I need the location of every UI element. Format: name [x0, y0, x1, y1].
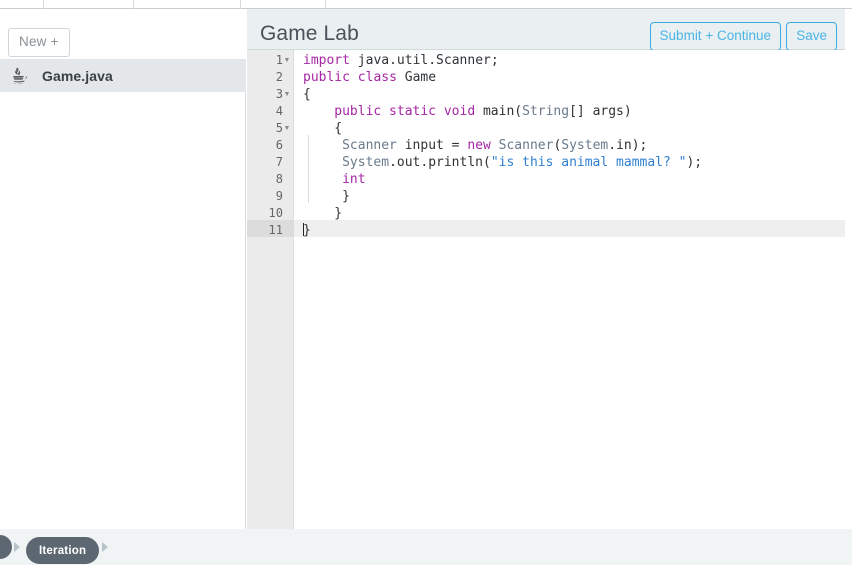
code-token: new — [467, 138, 491, 153]
sidebar-toolbar: New + — [0, 9, 246, 60]
iteration-label: Iteration — [39, 544, 87, 557]
code-line[interactable]: } — [303, 222, 311, 239]
tab-separator — [133, 0, 134, 9]
new-file-button[interactable]: New + — [8, 28, 70, 57]
code-token: Scanner — [498, 138, 554, 153]
java-file-icon — [13, 67, 27, 84]
line-number: 6 — [275, 138, 283, 152]
code-token: [] args) — [569, 104, 632, 119]
tab-separator — [325, 0, 326, 9]
line-number: 2 — [275, 70, 283, 84]
code-token: input = — [396, 138, 468, 153]
code-editor[interactable]: 1 ▼ 2 3 ▼ 4 5 ▼ 6 7 8 9 10 11 import java.util.Scanne… — [247, 50, 845, 529]
code-line[interactable]: System.out.println("is this animal mamma… — [342, 154, 702, 171]
submit-continue-button[interactable]: Submit + Continue — [649, 22, 781, 51]
browser-tab-strip — [0, 0, 852, 9]
line-number: 3 — [275, 87, 283, 101]
line-number: 1 — [275, 53, 283, 67]
code-token: Game — [404, 70, 437, 85]
code-line[interactable]: { — [334, 120, 342, 137]
code-token: System — [342, 155, 390, 170]
code-content[interactable]: import java.util.Scanner; public class Ga… — [295, 50, 845, 529]
code-token: .out.println( — [389, 155, 491, 170]
code-token: } — [342, 189, 350, 204]
fold-arrow-icon[interactable]: ▼ — [283, 52, 291, 69]
tab-separator — [240, 0, 241, 9]
line-number: 5 — [275, 121, 283, 135]
right-gutter-column — [846, 9, 852, 529]
code-token: { — [303, 87, 311, 102]
iteration-pill[interactable]: Iteration — [26, 537, 100, 564]
code-token: } — [303, 223, 311, 238]
line-number: 4 — [275, 104, 283, 118]
code-token: public static void — [334, 104, 483, 119]
code-token: ); — [686, 155, 703, 170]
main-header: Game Lab Submit + Continue Save — [247, 9, 845, 51]
sidebar-item-game-java[interactable]: Game.java — [0, 60, 246, 92]
code-token: public class — [303, 70, 405, 85]
file-sidebar: New + Game.java — [0, 9, 246, 529]
code-line[interactable]: int — [342, 171, 365, 188]
save-button[interactable]: Save — [786, 22, 837, 51]
code-token: { — [334, 121, 343, 136]
sidebar-item-label: Game.java — [42, 68, 113, 84]
code-token: int — [342, 172, 366, 187]
editor-gutter[interactable]: 1 ▼ 2 3 ▼ 4 5 ▼ 6 7 8 9 10 11 — [247, 50, 294, 529]
line-number: 11 — [268, 223, 283, 237]
code-token: System — [561, 138, 609, 153]
tab-separator — [43, 0, 44, 9]
main-panel: Game Lab Submit + Continue Save 1 ▼ 2 3 ▼ 4 5 ▼… — [247, 9, 845, 529]
code-token: java.util.Scanner; — [349, 53, 499, 68]
indent-guide — [308, 135, 309, 203]
code-line[interactable]: public class Game — [303, 69, 436, 86]
code-line[interactable]: Scanner input = new Scanner(System.in); — [342, 137, 647, 154]
chevron-right-icon — [102, 542, 108, 552]
code-token: "is this animal mammal? " — [490, 155, 687, 170]
code-line[interactable]: import java.util.Scanner; — [303, 52, 499, 69]
code-token: String — [522, 104, 570, 119]
text-caret — [303, 223, 304, 236]
line-number: 7 — [275, 155, 283, 169]
code-token: } — [334, 206, 343, 221]
line-number: 8 — [275, 172, 283, 186]
fold-arrow-icon[interactable]: ▼ — [283, 86, 291, 103]
line-number: 10 — [268, 206, 283, 220]
code-line[interactable]: { — [303, 86, 311, 103]
code-line[interactable]: } — [342, 188, 350, 205]
code-token: .in); — [608, 138, 648, 153]
page-title: Game Lab — [260, 22, 359, 45]
chevron-right-icon — [14, 542, 20, 552]
code-token: Scanner — [342, 138, 397, 153]
code-line[interactable]: } — [334, 205, 342, 222]
progress-bottom-bar: 4.14.24.34.44.54.6– — [0, 529, 852, 565]
line-number: 9 — [275, 189, 283, 203]
previous-section-pill[interactable] — [0, 535, 12, 559]
code-token: import — [303, 53, 350, 68]
app-root: New + Game.java Game Lab Submit + Contin… — [0, 0, 852, 565]
code-token: main( — [482, 104, 523, 119]
fold-arrow-icon[interactable]: ▼ — [283, 120, 291, 137]
code-line[interactable]: public static void main(String[] args) — [334, 103, 631, 120]
